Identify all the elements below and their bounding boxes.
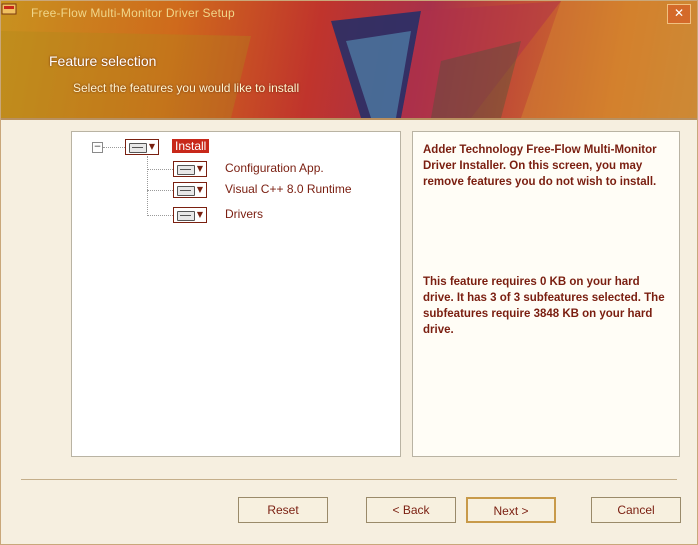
chevron-down-icon: ▼ xyxy=(148,142,155,151)
installer-app-icon xyxy=(1,3,17,15)
installer-window: Free-Flow Multi-Monitor Driver Setup ✕ F… xyxy=(0,0,698,545)
hard-drive-icon xyxy=(129,143,147,153)
page-title: Feature selection xyxy=(49,53,157,69)
banner: Free-Flow Multi-Monitor Driver Setup ✕ F… xyxy=(1,1,697,118)
feature-requirements: This feature requires 0 KB on your hard … xyxy=(423,276,665,336)
cancel-button[interactable]: Cancel xyxy=(591,497,681,523)
tree-connector xyxy=(147,215,173,216)
feature-description: Adder Technology Free-Flow Multi-Monitor… xyxy=(423,144,657,188)
tree-connector xyxy=(147,156,148,216)
chevron-down-icon: ▼ xyxy=(196,164,203,173)
reset-button[interactable]: Reset xyxy=(238,497,328,523)
tree-node-visual-cpp-runtime[interactable]: Visual C++ 8.0 Runtime xyxy=(225,182,352,196)
window-title: Free-Flow Multi-Monitor Driver Setup xyxy=(31,6,235,20)
banner-divider xyxy=(1,118,697,120)
page-subtitle: Select the features you would like to in… xyxy=(73,81,300,95)
back-button[interactable]: < Back xyxy=(366,497,456,523)
feature-description-panel: Adder Technology Free-Flow Multi-Monitor… xyxy=(412,131,680,457)
next-button[interactable]: Next > xyxy=(466,497,556,523)
collapse-icon[interactable]: − xyxy=(92,142,103,153)
feature-tree[interactable]: − ▼ Install ▼ Configuration App. ▼ Visua… xyxy=(71,131,401,457)
feature-state-dropdown-config[interactable]: ▼ xyxy=(173,161,207,177)
tree-connector xyxy=(147,169,173,170)
tree-node-configuration-app[interactable]: Configuration App. xyxy=(225,161,324,175)
feature-state-dropdown-drivers[interactable]: ▼ xyxy=(173,207,207,223)
hard-drive-icon xyxy=(177,165,195,175)
tree-node-drivers[interactable]: Drivers xyxy=(225,207,263,221)
tree-node-root[interactable]: Install xyxy=(172,139,210,153)
close-button[interactable]: ✕ xyxy=(667,4,691,24)
hard-drive-icon xyxy=(177,186,195,196)
chevron-down-icon: ▼ xyxy=(196,185,203,194)
tree-connector xyxy=(103,147,125,148)
title-bar[interactable]: Free-Flow Multi-Monitor Driver Setup ✕ xyxy=(1,1,697,27)
hard-drive-icon xyxy=(177,211,195,221)
footer-divider xyxy=(21,479,677,480)
chevron-down-icon: ▼ xyxy=(196,210,203,219)
feature-state-dropdown-root[interactable]: ▼ xyxy=(125,139,159,155)
feature-state-dropdown-vcpp[interactable]: ▼ xyxy=(173,182,207,198)
tree-connector xyxy=(147,190,173,191)
